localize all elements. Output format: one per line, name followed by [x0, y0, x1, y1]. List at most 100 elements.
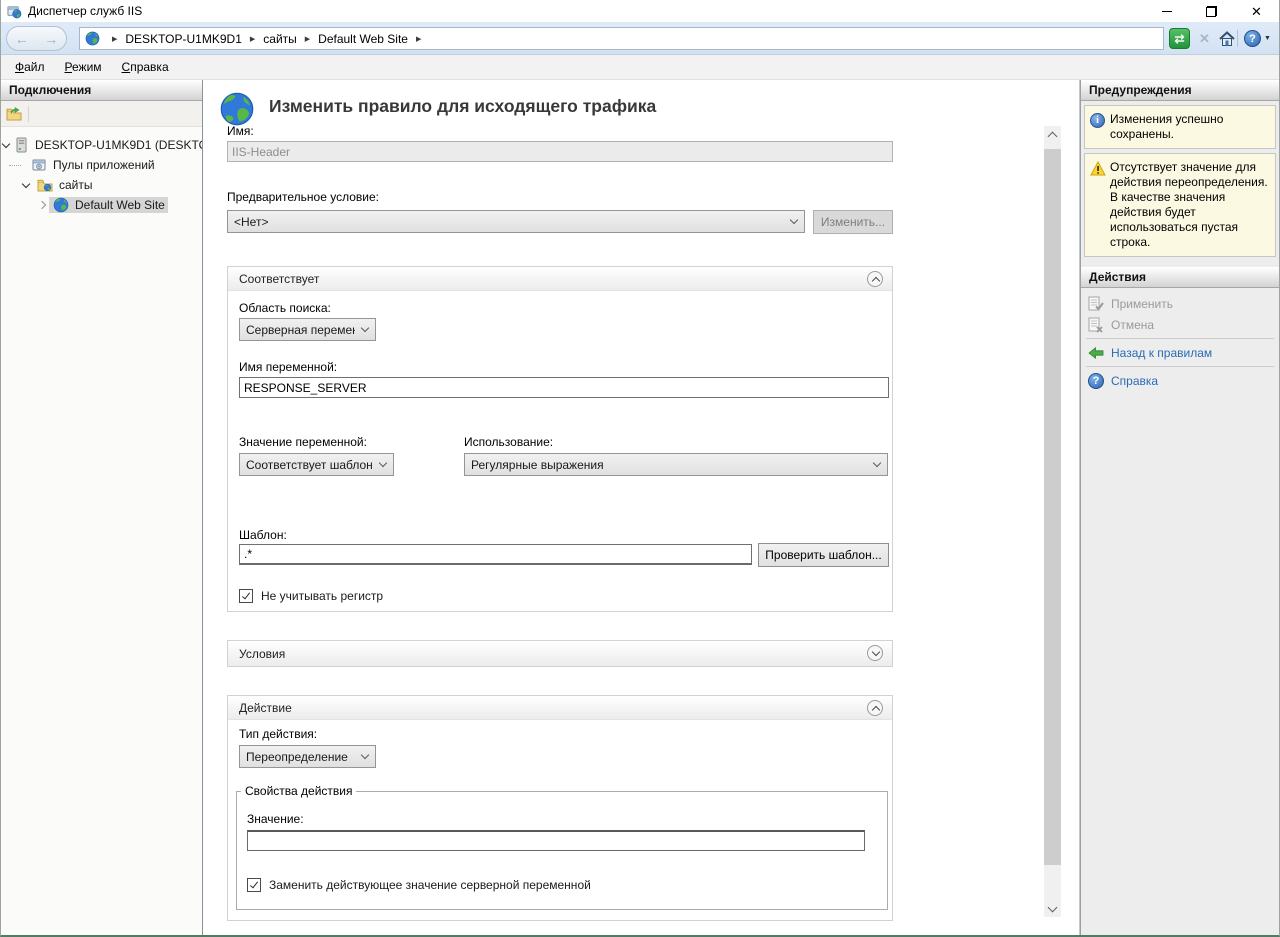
usage-select[interactable]: Регулярные выражения [464, 453, 888, 476]
tree-item-app-pools[interactable]: Пулы приложений [1, 155, 202, 175]
menu-help[interactable]: Справка [122, 60, 169, 74]
site-globe-icon [53, 197, 69, 213]
help-dropdown-caret-icon[interactable]: ▼ [1264, 35, 1271, 42]
address-toolbar: ← → ▶ DESKTOP-U1MK9D1 ▶ сайты ▶ Default … [1, 22, 1279, 55]
stop-icon: ✕ [1199, 31, 1210, 47]
help-icon: ? [1088, 373, 1104, 389]
warnings-header: Предупреждения [1081, 80, 1279, 101]
replace-value-checkbox[interactable] [247, 878, 261, 892]
connections-pane: Подключения DES [1, 80, 203, 935]
cancel-button: Отмена [1081, 314, 1279, 335]
apply-button: Применить [1081, 293, 1279, 314]
variable-value-label: Значение переменной: [239, 435, 367, 449]
home-icon [1218, 30, 1236, 48]
scope-select[interactable]: Серверная переменн [239, 318, 376, 341]
connections-header: Подключения [1, 80, 202, 101]
breadcrumb-item-server[interactable]: DESKTOP-U1MK9D1 [125, 32, 241, 46]
save-connection-icon[interactable] [6, 106, 22, 122]
test-pattern-button[interactable]: Проверить шаблон... [758, 543, 889, 567]
ignore-case-checkbox[interactable] [239, 589, 253, 603]
minimize-button[interactable] [1144, 0, 1189, 22]
chevron-down-icon [361, 324, 369, 332]
breadcrumb-item-sites[interactable]: сайты [263, 32, 297, 46]
action-type-select[interactable]: Переопределение [239, 745, 376, 768]
scroll-down-button[interactable] [1044, 900, 1061, 917]
name-input [227, 141, 893, 162]
tree-label-sites: сайты [56, 177, 96, 193]
back-arrow-icon [1088, 345, 1104, 361]
action-section-header[interactable]: Действие [228, 696, 892, 720]
expand-icon[interactable] [867, 645, 883, 661]
cancel-label: Отмена [1111, 318, 1154, 332]
collapse-icon[interactable] [867, 700, 883, 716]
help-icon: ? [1244, 30, 1261, 47]
action-section: Действие Тип действия: Переопределение С… [227, 695, 893, 921]
conditions-section-header[interactable]: Условия [228, 641, 892, 666]
breadcrumb-separator-icon: ▶ [250, 35, 255, 43]
toolbar-divider [1237, 30, 1238, 47]
help-button[interactable]: ? [1242, 28, 1263, 49]
expander-icon[interactable] [38, 201, 46, 209]
action-value-input[interactable] [247, 830, 865, 851]
variable-value-select[interactable]: Соответствует шаблону [239, 453, 394, 476]
alert-info-text: Изменения успешно сохранены. [1110, 112, 1270, 142]
tree-item-server[interactable]: DESKTOP-U1MK9D1 (DESKTOI [1, 135, 202, 155]
application-pools-icon [31, 157, 47, 173]
scope-value: Серверная переменн [246, 323, 355, 337]
variable-value-value: Соответствует шаблону [246, 458, 373, 472]
chevron-down-icon [790, 216, 798, 224]
tree-item-default-web-site[interactable]: Default Web Site [1, 195, 202, 215]
breadcrumb-separator-icon: ▶ [112, 35, 117, 43]
app-icon [7, 4, 22, 19]
action-properties-title: Свойства действия [241, 784, 356, 798]
alert-info: i Изменения успешно сохранены. [1084, 105, 1276, 149]
titlebar: Диспетчер служб IIS ✕ [1, 0, 1279, 22]
help-link[interactable]: ? Справка [1081, 370, 1279, 391]
scrollbar-thumb[interactable] [1044, 149, 1061, 865]
precondition-select[interactable]: <Нет> [227, 210, 805, 233]
menu-view[interactable]: Режим [65, 60, 102, 74]
edit-precondition-button: Изменить... [813, 210, 893, 234]
vertical-scrollbar[interactable] [1044, 126, 1061, 917]
variable-name-input[interactable] [239, 377, 889, 398]
close-button[interactable]: ✕ [1234, 0, 1279, 22]
collapse-icon[interactable] [867, 271, 883, 287]
close-icon: ✕ [1251, 5, 1262, 18]
action-type-value: Переопределение [246, 750, 348, 764]
match-section-header[interactable]: Соответствует [228, 267, 892, 291]
menu-file[interactable]: Файл [15, 60, 45, 74]
home-button[interactable] [1216, 28, 1237, 49]
action-properties-group: Свойства действия Значение: Заменить дей… [236, 784, 888, 910]
breadcrumb-item-default-web-site[interactable]: Default Web Site [318, 32, 408, 46]
check-icon [242, 591, 250, 600]
connections-tree: DESKTOP-U1MK9D1 (DESKTOI Пулы приложений [1, 127, 202, 215]
expander-icon[interactable] [2, 139, 10, 147]
alert-warning-text: Отсутствует значение для действия переоп… [1110, 160, 1270, 250]
globe-icon [85, 31, 100, 46]
restore-button[interactable] [1189, 0, 1234, 22]
pattern-input[interactable] [239, 544, 752, 565]
scroll-up-button[interactable] [1044, 126, 1061, 143]
warning-icon [1090, 161, 1106, 176]
toolbar-divider [28, 106, 29, 122]
apply-icon [1088, 296, 1104, 312]
expander-icon[interactable] [22, 179, 30, 187]
refresh-icon: ⇄ [1174, 32, 1184, 46]
forward-icon: → [44, 32, 58, 46]
breadcrumb-separator-icon: ▶ [416, 35, 421, 43]
connections-toolbar [1, 101, 202, 127]
divider [1086, 366, 1274, 367]
check-icon [250, 880, 258, 889]
chevron-down-icon [873, 459, 881, 467]
help-label: Справка [1111, 374, 1158, 388]
info-icon: i [1090, 113, 1105, 128]
refresh-button[interactable]: ⇄ [1169, 28, 1190, 49]
back-to-rules-link[interactable]: Назад к правилам [1081, 342, 1279, 363]
variable-name-label: Имя переменной: [239, 360, 337, 374]
conditions-section-title: Условия [239, 647, 285, 661]
navigation-buttons: ← → [6, 26, 67, 51]
page-globe-icon [219, 91, 255, 127]
breadcrumb[interactable]: ▶ DESKTOP-U1MK9D1 ▶ сайты ▶ Default Web … [79, 27, 1164, 50]
divider [1086, 338, 1274, 339]
tree-item-sites[interactable]: сайты [1, 175, 202, 195]
